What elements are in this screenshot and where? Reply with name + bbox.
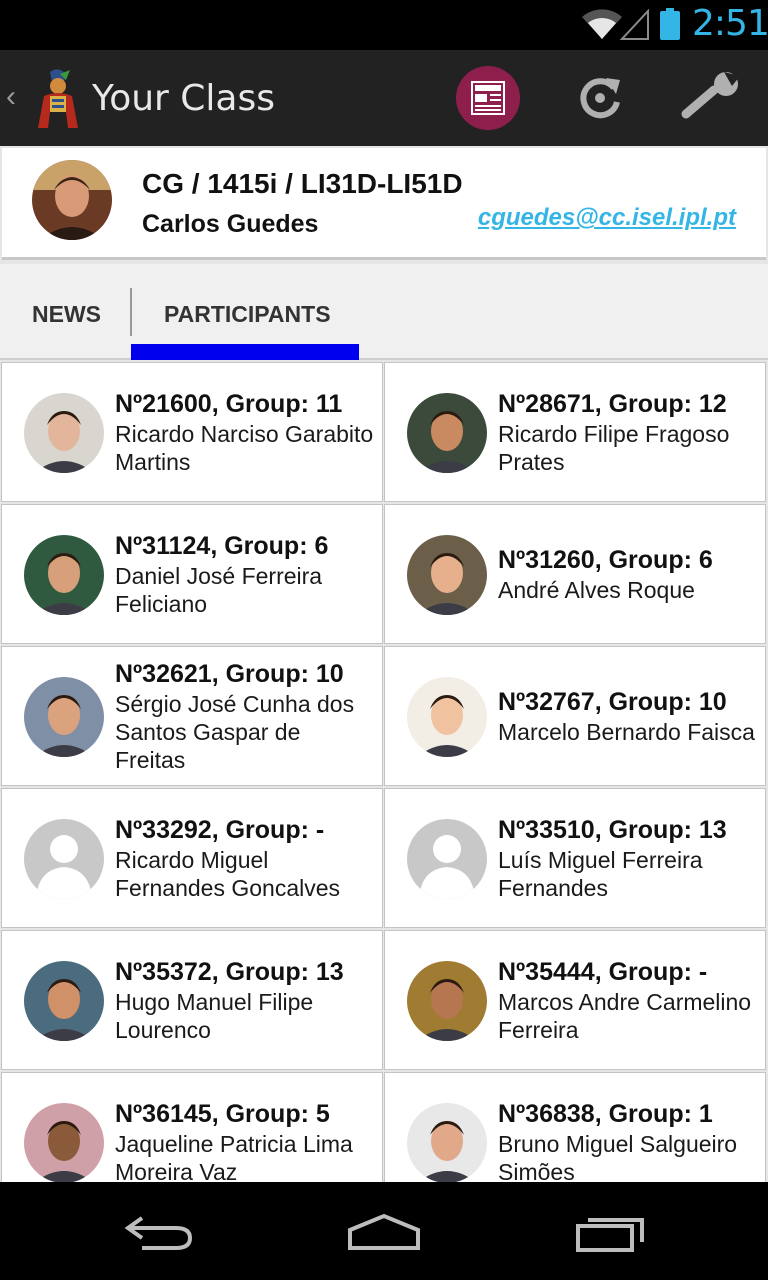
participant-number-group: Nº36838, Group: 1 (498, 1100, 713, 1128)
participant-info: Nº36838, Group: 1 Bruno Miguel Salgueiro … (498, 1073, 759, 1182)
participant-info: Nº35444, Group: - Marcos Andre Carmelino … (498, 931, 759, 1069)
participant-card[interactable]: Nº33510, Group: 13 Luís Miguel Ferreira F… (384, 788, 766, 928)
participant-card[interactable]: Nº35372, Group: 13 Hugo Manuel Filipe Lou… (1, 930, 383, 1070)
participant-number-group: Nº35372, Group: 13 (115, 958, 344, 986)
home-icon[interactable] (346, 1212, 422, 1252)
participant-name: Marcos Andre Carmelino Ferreira (498, 989, 752, 1043)
news-button[interactable] (456, 66, 520, 130)
participant-name: Hugo Manuel Filipe Lourenco (115, 989, 314, 1043)
participant-avatar (407, 535, 487, 615)
battery-icon (660, 8, 680, 40)
refresh-icon[interactable] (576, 74, 624, 122)
participant-info: Nº35372, Group: 13 Hugo Manuel Filipe Lou… (115, 931, 376, 1069)
participant-info: Nº31124, Group: 6 Daniel José Ferreira Fe… (115, 505, 376, 643)
status-bar: 2:51 (0, 0, 768, 50)
participant-avatar (24, 535, 104, 615)
participant-name: Ricardo Narciso Garabito Martins (115, 421, 374, 475)
participant-number-group: Nº21600, Group: 11 (115, 390, 343, 418)
participant-avatar (407, 961, 487, 1041)
participant-card[interactable]: Nº31124, Group: 6 Daniel José Ferreira Fe… (1, 504, 383, 644)
participant-info: Nº32767, Group: 10 Marcelo Bernardo Faisc… (498, 647, 759, 785)
teacher-avatar (32, 160, 112, 240)
participant-card[interactable]: Nº36145, Group: 5 Jaqueline Patricia Lima… (1, 1072, 383, 1182)
up-caret-icon[interactable]: ‹ (6, 80, 16, 114)
participant-info: Nº28671, Group: 12 Ricardo Filipe Fragoso… (498, 363, 759, 501)
participant-card[interactable]: Nº33292, Group: - Ricardo Miguel Fernande… (1, 788, 383, 928)
participant-name: André Alves Roque (498, 577, 695, 603)
participant-info: Nº33510, Group: 13 Luís Miguel Ferreira F… (498, 789, 759, 927)
page-title: Your Class (92, 78, 276, 119)
back-icon[interactable] (122, 1212, 194, 1252)
app-logo-icon[interactable] (30, 68, 86, 130)
tab-bar: NEWS PARTICIPANTS (0, 264, 768, 360)
participant-info: Nº31260, Group: 6 André Alves Roque (498, 505, 759, 643)
news-icon (471, 81, 505, 115)
participant-avatar (407, 819, 487, 899)
participant-avatar (407, 677, 487, 757)
participant-info: Nº21600, Group: 11 Ricardo Narciso Garabi… (115, 363, 376, 501)
tab-news[interactable]: NEWS (32, 264, 101, 360)
participant-number-group: Nº36145, Group: 5 (115, 1100, 330, 1128)
recent-apps-icon[interactable] (574, 1212, 646, 1252)
navigation-bar (0, 1182, 768, 1280)
settings-wrench-icon[interactable] (680, 72, 744, 124)
content-area: CG / 1415i / LI31D-LI51D Carlos Guedes c… (0, 146, 768, 1182)
wifi-icon (582, 9, 622, 39)
participant-number-group: Nº32767, Group: 10 (498, 688, 727, 716)
participant-avatar (24, 819, 104, 899)
participant-name: Sérgio José Cunha dos Santos Gaspar de F… (115, 691, 355, 773)
participant-avatar (24, 961, 104, 1041)
participant-card[interactable]: Nº35444, Group: - Marcos Andre Carmelino … (384, 930, 766, 1070)
teacher-email-link[interactable]: cguedes@cc.isel.ipl.pt (478, 204, 736, 232)
participant-avatar (24, 677, 104, 757)
participant-avatar (407, 1103, 487, 1182)
participant-name: Ricardo Miguel Fernandes Goncalves (115, 847, 341, 901)
tab-divider (130, 288, 132, 336)
tab-selected-indicator (131, 344, 359, 360)
participant-info: Nº32621, Group: 10 Sérgio José Cunha dos … (115, 647, 376, 785)
participant-name: Ricardo Filipe Fragoso Prates (498, 421, 730, 475)
signal-icon (620, 9, 649, 40)
participant-number-group: Nº35444, Group: - (498, 958, 708, 986)
participant-info: Nº36145, Group: 5 Jaqueline Patricia Lima… (115, 1073, 376, 1182)
participant-name: Daniel José Ferreira Feliciano (115, 563, 323, 617)
participant-card[interactable]: Nº21600, Group: 11 Ricardo Narciso Garabi… (1, 362, 383, 502)
teacher-name: Carlos Guedes (142, 210, 319, 238)
class-header: CG / 1415i / LI31D-LI51D Carlos Guedes c… (2, 148, 766, 260)
participant-number-group: Nº31260, Group: 6 (498, 546, 713, 574)
participant-number-group: Nº31124, Group: 6 (115, 532, 329, 560)
participant-card[interactable]: Nº28671, Group: 12 Ricardo Filipe Fragoso… (384, 362, 766, 502)
action-bar: ‹ Your Class (0, 50, 768, 146)
participant-number-group: Nº33510, Group: 13 (498, 816, 727, 844)
participant-name: Luís Miguel Ferreira Fernandes (498, 847, 703, 901)
participant-name: Bruno Miguel Salgueiro Simões (498, 1131, 738, 1182)
participant-name: Jaqueline Patricia Lima Moreira Vaz (115, 1131, 353, 1182)
participant-number-group: Nº33292, Group: - (115, 816, 325, 844)
class-code: CG / 1415i / LI31D-LI51D (142, 168, 463, 199)
participant-card[interactable]: Nº36838, Group: 1 Bruno Miguel Salgueiro … (384, 1072, 766, 1182)
participant-number-group: Nº28671, Group: 12 (498, 390, 727, 418)
participant-number-group: Nº32621, Group: 10 (115, 660, 344, 688)
participant-avatar (24, 393, 104, 473)
participant-info: Nº33292, Group: - Ricardo Miguel Fernande… (115, 789, 376, 927)
participant-avatar (24, 1103, 104, 1182)
participant-card[interactable]: Nº32621, Group: 10 Sérgio José Cunha dos … (1, 646, 383, 786)
clock: 2:51 (692, 3, 768, 44)
participant-name: Marcelo Bernardo Faisca (498, 719, 755, 745)
participant-card[interactable]: Nº31260, Group: 6 André Alves Roque (384, 504, 766, 644)
participant-card[interactable]: Nº32767, Group: 10 Marcelo Bernardo Faisc… (384, 646, 766, 786)
participant-avatar (407, 393, 487, 473)
